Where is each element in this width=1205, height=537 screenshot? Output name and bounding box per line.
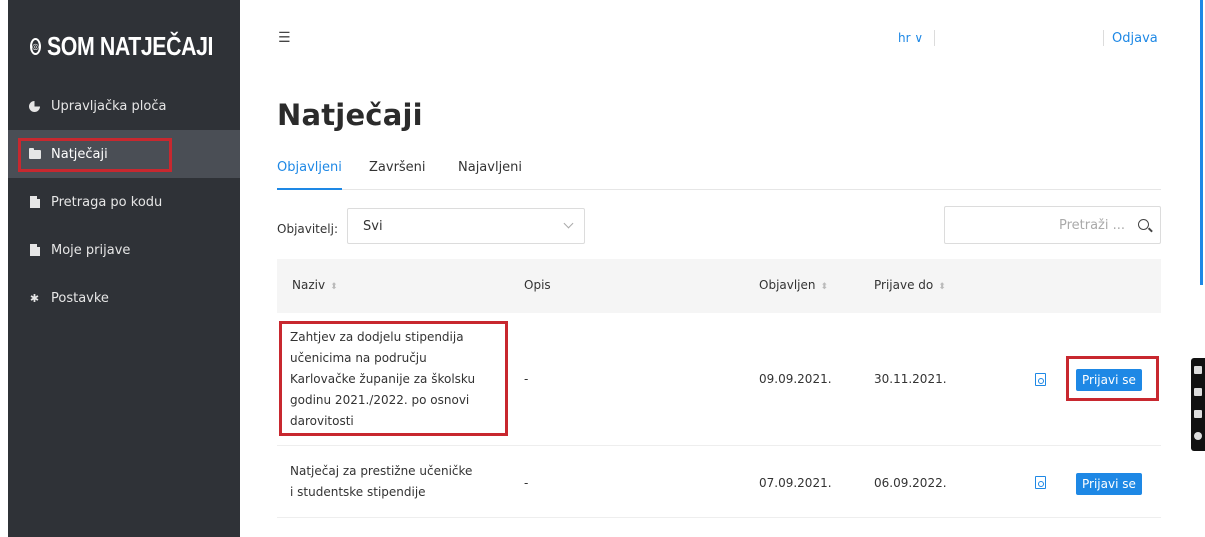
sidebar-item-my-applications[interactable]: Moje prijave [8,226,240,274]
apply-button[interactable]: Prijavi se [1076,369,1142,391]
app-logo[interactable]: ◎ SOM NATJEČAJI [8,22,240,70]
row-title: Natječaj za prestižne učeničke i student… [290,464,473,499]
column-header-objavljen[interactable]: Objavljen ⬍ [759,278,828,292]
publisher-select-value: Svi [363,219,383,234]
sidebar-item-dashboard[interactable]: Upravljačka ploča [8,82,240,130]
row-published-date: 07.09.2021. [759,476,832,490]
chevron-down-icon [563,218,574,229]
divider [934,30,935,46]
sort-icon: ⬍ [330,282,338,292]
sidebar-item-label: Natječaji [51,146,108,162]
sidebar-item-settings[interactable]: ✱ Postavke [8,274,240,322]
sidebar-item-search-by-code[interactable]: Pretraga po kodu [8,178,240,226]
row-description: - [524,372,529,386]
logout-link[interactable]: Odjava [1112,31,1158,46]
pdf-icon[interactable] [1035,476,1046,489]
row-title: Zahtjev za dodjelu stipendija učenicima … [290,330,476,428]
apply-button[interactable]: Prijavi se [1076,473,1142,495]
search-box [944,206,1161,244]
gear-icon[interactable] [1194,432,1202,440]
tab-bar: Objavljeni Završeni Najavljeni [277,160,1161,190]
menu-toggle-icon[interactable]: ☰ [278,30,291,46]
sidebar-nav: Upravljačka ploča Natječaji Pretraga po … [8,82,240,322]
sidebar-item-label: Pretraga po kodu [51,194,163,210]
document-icon [28,244,41,257]
table-row: Natječaj za prestižne učeničke i student… [277,446,1161,518]
publisher-label: Objavitelj: [277,222,338,236]
row-description: - [524,476,529,490]
column-header-prijave-do[interactable]: Prijave do ⬍ [874,278,946,292]
sidebar-item-label: Postavke [51,290,109,306]
table-row: Zahtjev za dodjelu stipendija učenicima … [277,313,1161,446]
row-deadline-date: 30.11.2021. [874,372,947,386]
language-selector[interactable]: hr ∨ [898,31,923,45]
column-header-opis: Opis [524,278,551,292]
gear-icon: ✱ [29,291,40,305]
document-icon [28,196,41,209]
pdf-icon[interactable] [1035,373,1046,386]
screen-tools-strip[interactable] [1191,358,1205,451]
table-header: Naziv ⬍ Opis Objavljen ⬍ Prijave do ⬍ [277,259,1161,313]
search-icon[interactable] [1138,219,1149,230]
tab-objavljeni[interactable]: Objavljeni [277,160,342,190]
sidebar-item-label: Upravljačka ploča [51,98,167,114]
tab-zavrseni[interactable]: Završeni [369,160,426,190]
sidebar-item-natjecaji[interactable]: Natječaji [8,130,240,178]
row-published-date: 09.09.2021. [759,372,832,386]
logo-icon: ◎ [30,37,41,55]
page-title: Natječaji [277,98,423,132]
sidebar: ◎ SOM NATJEČAJI Upravljačka ploča Natječ… [8,0,240,537]
logo-text: SOM NATJEČAJI [46,30,214,61]
column-header-naziv[interactable]: Naziv ⬍ [292,278,338,292]
sort-icon: ⬍ [938,282,946,292]
camera-icon[interactable] [1194,366,1202,374]
image-icon[interactable] [1194,410,1202,418]
pie-chart-icon [28,100,41,113]
search-input[interactable] [955,215,1125,235]
divider [1103,30,1104,46]
folder-icon [28,147,41,161]
tab-najavljeni[interactable]: Najavljeni [458,160,522,190]
topbar: ☰ hr ∨ Odjava [240,0,1195,80]
publisher-select[interactable]: Svi [347,208,585,244]
row-deadline-date: 06.09.2022. [874,476,947,490]
video-icon[interactable] [1194,388,1202,396]
sort-icon: ⬍ [820,282,829,292]
sidebar-item-label: Moje prijave [51,242,131,258]
scrollbar[interactable] [1200,0,1203,285]
